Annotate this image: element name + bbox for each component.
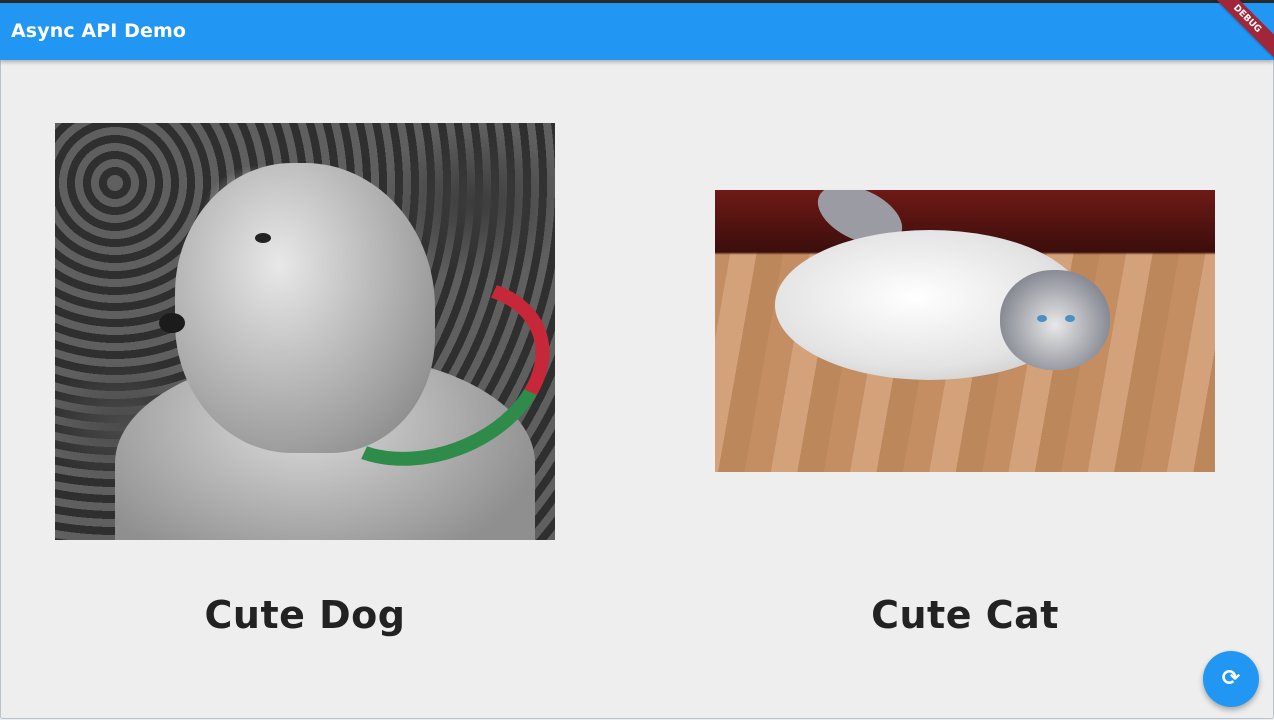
cat-label: Cute Cat <box>871 593 1059 637</box>
cat-eye-left <box>1037 315 1047 322</box>
dog-card <box>55 123 555 540</box>
dog-nose-shape <box>159 313 185 333</box>
dog-eye-shape <box>255 233 271 243</box>
refresh-icon: ⟳ <box>1221 666 1241 691</box>
dog-photo-icon <box>55 123 555 540</box>
cat-card <box>715 123 1215 540</box>
dog-label: Cute Dog <box>204 593 406 637</box>
app-bar: Async API Demo <box>0 3 1274 60</box>
cat-eye-right <box>1065 315 1075 322</box>
cat-head-shape <box>1000 270 1110 370</box>
refresh-button[interactable]: ⟳ <box>1203 651 1259 707</box>
cat-photo-icon <box>715 190 1215 472</box>
app-title: Async API Demo <box>11 20 187 42</box>
